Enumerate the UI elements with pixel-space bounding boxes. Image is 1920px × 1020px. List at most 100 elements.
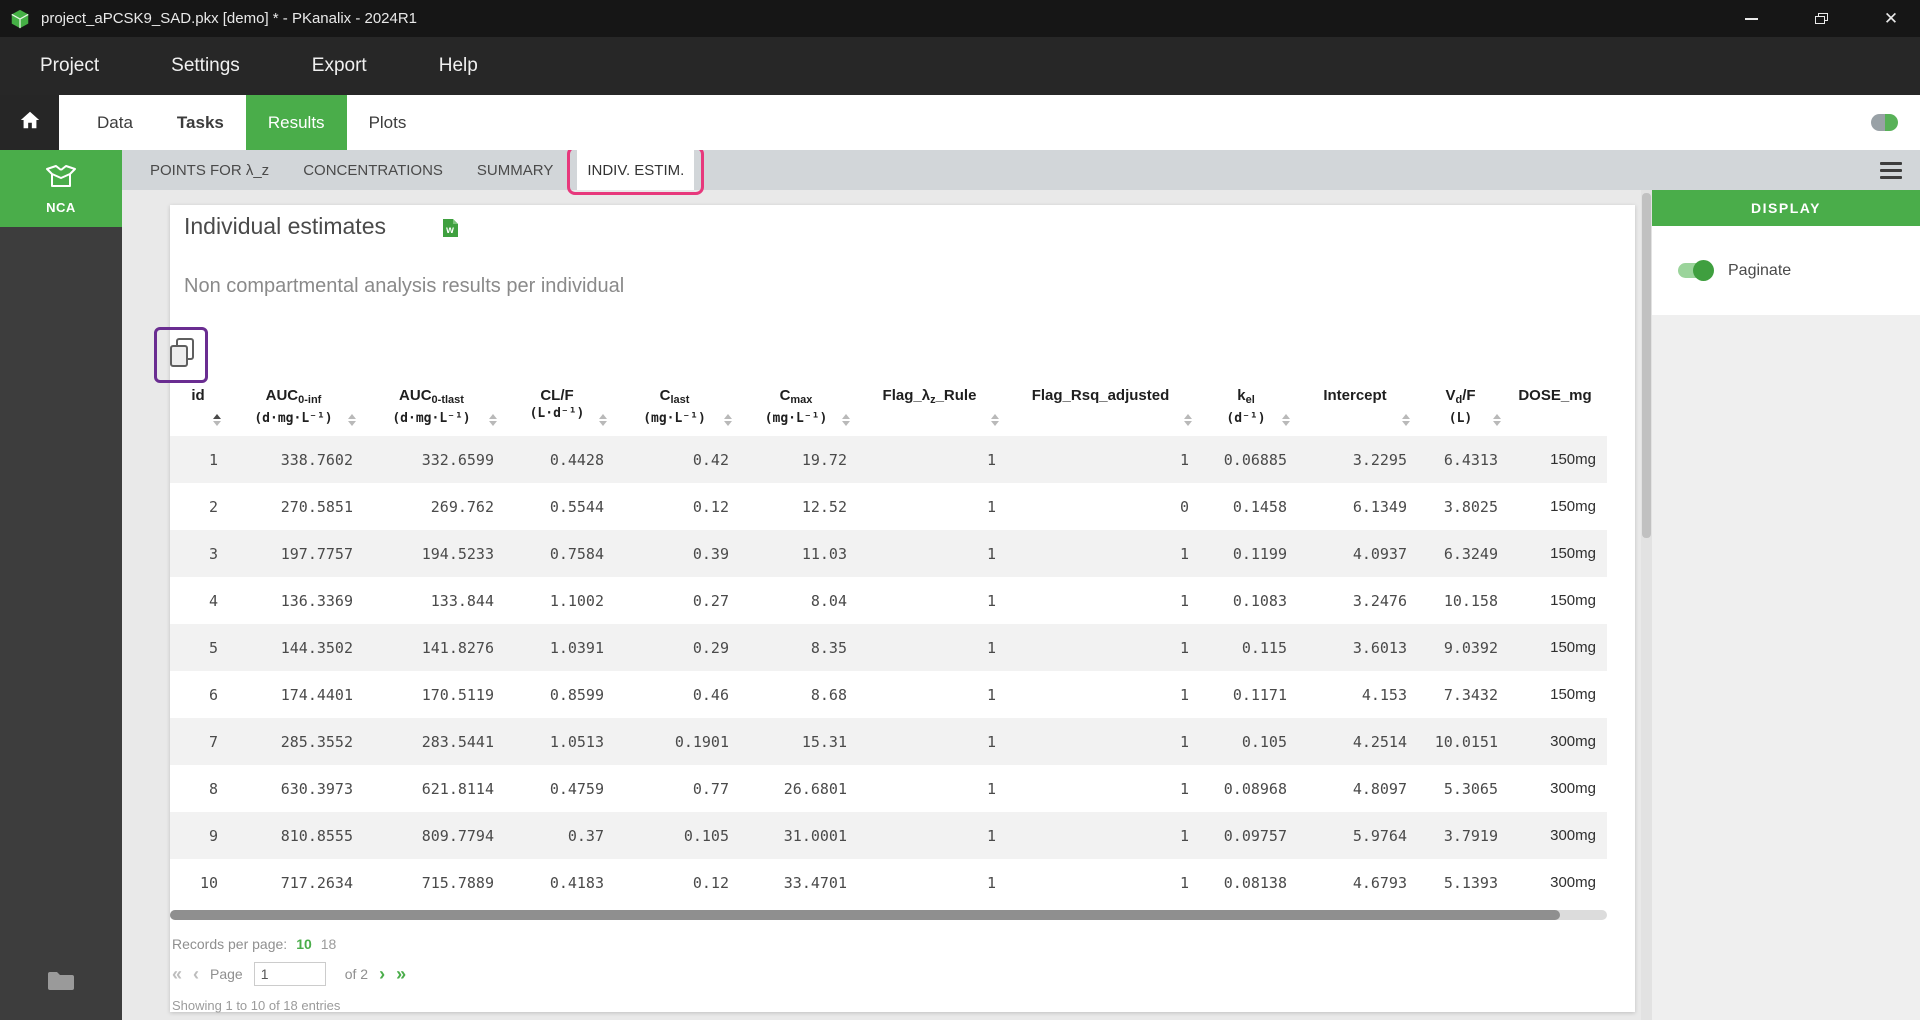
cell-vd_f: 3.7919: [1443, 826, 1498, 845]
tab-tasks[interactable]: Tasks: [155, 95, 246, 150]
menu-item-settings[interactable]: Settings: [171, 55, 240, 77]
horizontal-scrollbar-thumb[interactable]: [170, 910, 1560, 920]
cell-auc0_tlast: 269.762: [430, 497, 494, 516]
subtab-indiv-estim[interactable]: INDIV. ESTIM.: [567, 146, 705, 195]
nav-bar: Data Tasks Results Plots: [0, 95, 1920, 150]
sort-icon[interactable]: [1402, 414, 1410, 426]
previous-page-button[interactable]: ‹: [193, 965, 199, 983]
column-header-id[interactable]: id: [170, 381, 226, 436]
cell-c_last: 0.29: [692, 638, 729, 657]
column-unit: (L): [1448, 411, 1473, 426]
cell-intercept: 4.2514: [1352, 732, 1407, 751]
sort-icon[interactable]: [348, 414, 356, 426]
minimize-button[interactable]: [1736, 4, 1766, 34]
project-folder-button[interactable]: [0, 970, 122, 997]
sort-icon[interactable]: [1282, 414, 1290, 426]
tab-plots[interactable]: Plots: [347, 95, 429, 150]
column-unit: (d·mg·L⁻¹): [392, 411, 471, 426]
sort-icon[interactable]: [842, 414, 850, 426]
tab-results[interactable]: Results: [245, 95, 347, 150]
annotation-indiv-estim-box: [567, 146, 705, 195]
restore-button[interactable]: [1806, 4, 1836, 34]
cell-flag_rsq_adjusted: 1: [1179, 732, 1189, 751]
column-header-dose_mg[interactable]: DOSE_mg: [1506, 381, 1604, 436]
column-header-cl_f[interactable]: CL/F (L·d⁻¹): [502, 381, 612, 436]
sort-icon[interactable]: [599, 414, 607, 426]
column-name: Clast: [659, 387, 690, 406]
cell-c_max: 8.35: [810, 638, 847, 657]
title-bar: project_aPCSK9_SAD.pkx [demo] * - PKanal…: [0, 0, 1920, 37]
vertical-scrollbar-thumb[interactable]: [1642, 193, 1651, 538]
column-header-vd_f[interactable]: Vd/F (L): [1415, 381, 1506, 436]
sort-icon[interactable]: [1184, 414, 1192, 426]
cell-dose_mg: 150mg: [1550, 498, 1596, 515]
cell-id: 8: [208, 779, 218, 798]
last-page-button[interactable]: »: [396, 965, 406, 983]
cell-dose_mg: 150mg: [1550, 592, 1596, 609]
next-page-button[interactable]: ›: [379, 965, 385, 983]
column-header-flag_rsq_adjusted[interactable]: Flag_Rsq_adjusted: [1004, 381, 1197, 436]
column-header-flag_lambda_z_rule[interactable]: Flag_λz_Rule: [855, 381, 1004, 436]
column-name: id: [191, 387, 205, 404]
records-per-page-label: Records per page:: [172, 936, 288, 952]
cell-flag_rsq_adjusted: 1: [1179, 544, 1189, 563]
connection-status-icon[interactable]: [1871, 114, 1898, 131]
display-panel-body: Paginate: [1652, 226, 1920, 315]
sort-icon[interactable]: [213, 414, 221, 426]
column-name: Flag_Rsq_adjusted: [1031, 387, 1170, 404]
column-header-k_el[interactable]: kel (d⁻¹): [1197, 381, 1295, 436]
cell-k_el: 0.09757: [1223, 826, 1287, 845]
cell-c_max: 26.6801: [783, 779, 847, 798]
subtab-summary[interactable]: SUMMARY: [467, 150, 563, 190]
cell-flag_rsq_adjusted: 0: [1179, 497, 1189, 516]
hamburger-menu-icon[interactable]: [1880, 162, 1902, 179]
sidebar: NCA: [0, 150, 122, 1020]
cell-c_last: 0.77: [692, 779, 729, 798]
vertical-scrollbar[interactable]: [1641, 190, 1652, 1020]
cell-vd_f: 6.3249: [1443, 544, 1498, 563]
close-button[interactable]: ✕: [1876, 4, 1906, 34]
paginate-toggle[interactable]: [1678, 260, 1714, 281]
page-number-input[interactable]: [253, 962, 326, 986]
export-word-icon[interactable]: w: [442, 218, 459, 243]
first-page-button[interactable]: «: [172, 965, 182, 983]
cell-auc0_inf: 174.4401: [280, 685, 353, 704]
sort-icon[interactable]: [489, 414, 497, 426]
cell-k_el: 0.06885: [1223, 450, 1287, 469]
cell-cl_f: 0.4183: [549, 873, 604, 892]
table-body: 1 338.7602 332.6599 0.4428 0.42 19.72 1 1 0.0688…: [170, 436, 1607, 906]
menu-item-project[interactable]: Project: [40, 55, 99, 77]
sort-icon[interactable]: [1493, 414, 1501, 426]
results-subtab-bar: POINTS FOR λ_z CONCENTRATIONS SUMMARY INDIV…: [122, 146, 1920, 195]
tab-data[interactable]: Data: [75, 95, 155, 150]
sort-icon[interactable]: [991, 414, 999, 426]
column-name: kel: [1237, 387, 1255, 406]
column-header-auc0_inf[interactable]: AUC0-inf (d·mg·L⁻¹): [226, 381, 361, 436]
cell-auc0_tlast: 170.5119: [421, 685, 494, 704]
column-header-c_last[interactable]: Clast (mg·L⁻¹): [612, 381, 737, 436]
cell-vd_f: 6.4313: [1443, 450, 1498, 469]
subtab-points-for-z[interactable]: POINTS FOR λ_z: [140, 150, 279, 190]
home-button[interactable]: [0, 95, 59, 150]
sidebar-item-nca[interactable]: NCA: [0, 150, 122, 227]
records-per-page-option-10[interactable]: 10: [296, 936, 312, 952]
cell-vd_f: 10.0151: [1434, 732, 1498, 751]
cell-auc0_inf: 630.3973: [280, 779, 353, 798]
cell-c_last: 0.12: [692, 873, 729, 892]
column-header-c_max[interactable]: Cmax (mg·L⁻¹): [737, 381, 855, 436]
horizontal-scrollbar[interactable]: [170, 910, 1607, 920]
subtab-concentrations[interactable]: CONCENTRATIONS: [293, 150, 453, 190]
cell-cl_f: 0.4428: [549, 450, 604, 469]
column-header-auc0_tlast[interactable]: AUC0-tlast (d·mg·L⁻¹): [361, 381, 502, 436]
cell-flag_lambda_z_rule: 1: [986, 591, 996, 610]
cell-c_last: 0.105: [683, 826, 729, 845]
cell-flag_lambda_z_rule: 1: [986, 638, 996, 657]
cell-auc0_tlast: 715.7889: [421, 873, 494, 892]
cell-c_last: 0.12: [692, 497, 729, 516]
menu-item-export[interactable]: Export: [312, 55, 367, 77]
copy-table-button[interactable]: [154, 327, 208, 383]
sort-icon[interactable]: [724, 414, 732, 426]
records-per-page-option-18[interactable]: 18: [321, 936, 337, 952]
column-header-intercept[interactable]: Intercept: [1295, 381, 1415, 436]
menu-item-help[interactable]: Help: [439, 55, 478, 77]
